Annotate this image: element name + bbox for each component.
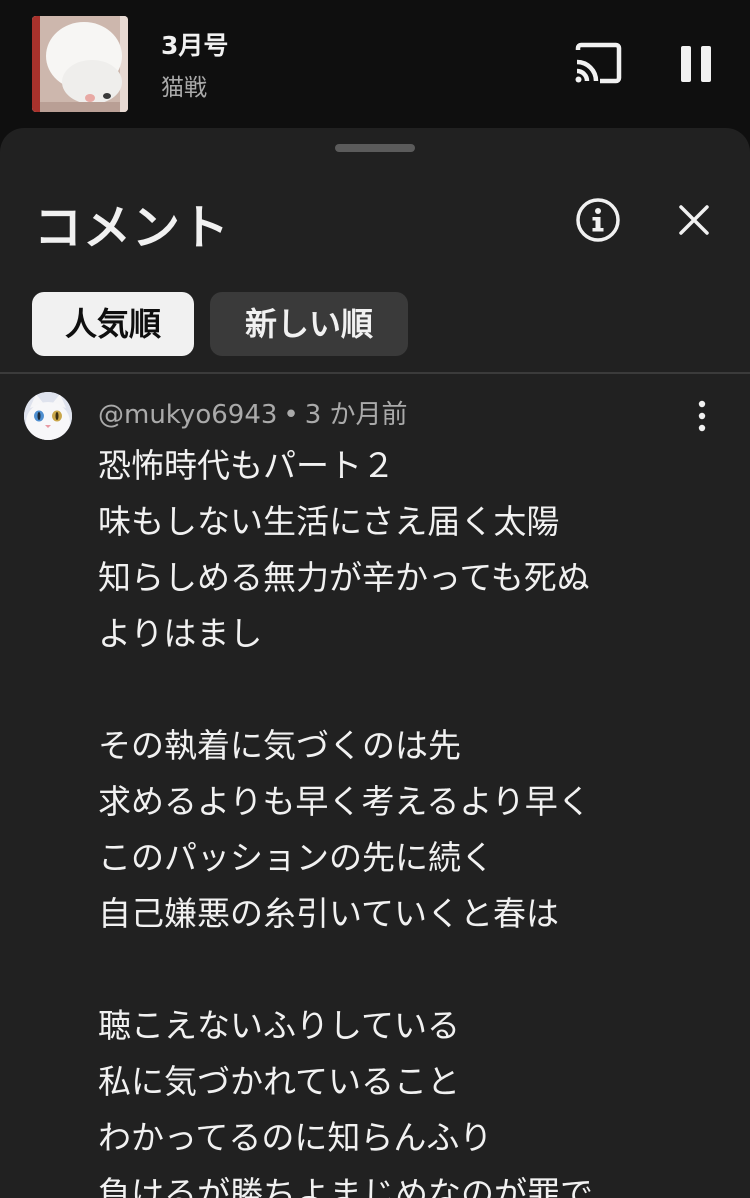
comment-line: 負けるが勝ちよまじめなのが罪で — [98, 1174, 593, 1198]
meta-separator: • — [283, 400, 299, 430]
comment-text: 恐怖時代もパート２ 味もしない生活にさえ届く太陽 知らしめる無力が辛かっても死ぬ… — [98, 438, 718, 1198]
mini-player[interactable]: 3月号 猫戦 — [0, 0, 750, 128]
comment-line: 知らしめる無力が辛かっても死ぬ — [98, 558, 590, 597]
comment-time: 3 か月前 — [304, 400, 408, 430]
close-icon[interactable] — [676, 202, 712, 238]
more-vert-icon[interactable] — [686, 398, 718, 434]
cat-avatar[interactable] — [24, 392, 72, 440]
comment-line: 私に気づかれていること — [98, 1062, 461, 1101]
comments-title: コメント — [34, 200, 231, 256]
comment-line: わかってるのに知らんふり — [98, 1118, 493, 1157]
cast-icon[interactable] — [570, 40, 626, 88]
comment-author[interactable]: @mukyo6943 — [98, 400, 277, 430]
now-playing-title: 3月号 — [161, 31, 229, 60]
pause-icon[interactable] — [672, 40, 720, 88]
comments-sheet: コメント 人気順 新しい順 @mukyo6943 • 3 か月前 恐怖時代もパー… — [0, 128, 750, 1198]
sort-chip-popular[interactable]: 人気順 — [32, 292, 194, 356]
comment-line: 自己嫌悪の糸引いていくと春は — [98, 894, 560, 933]
now-playing-artist: 猫戦 — [161, 75, 207, 101]
info-icon[interactable] — [575, 197, 621, 243]
comment-line: 求めるよりも早く考えるより早く — [98, 782, 591, 821]
divider — [0, 372, 750, 374]
drag-handle[interactable] — [335, 144, 415, 152]
comment-line-blank — [98, 662, 718, 718]
comment-line-blank — [98, 942, 718, 998]
comment-line: 味もしない生活にさえ届く太陽 — [98, 502, 560, 541]
comment-line: このパッションの先に続く — [98, 838, 494, 877]
comment-line: 聴こえないふりしている — [98, 1006, 461, 1045]
sort-chip-newest[interactable]: 新しい順 — [210, 292, 408, 356]
comment-line: その執着に気づくのは先 — [98, 726, 461, 765]
page: 3月号 猫戦 コメント 人気順 新しい順 @mukyo6943 • 3 か月前 … — [0, 0, 750, 1198]
cat-thumbnail[interactable] — [32, 16, 128, 112]
comment-meta: @mukyo6943 • 3 か月前 — [98, 394, 408, 431]
comment-line: 恐怖時代もパート２ — [98, 446, 395, 485]
comment-line: よりはまし — [98, 614, 263, 653]
